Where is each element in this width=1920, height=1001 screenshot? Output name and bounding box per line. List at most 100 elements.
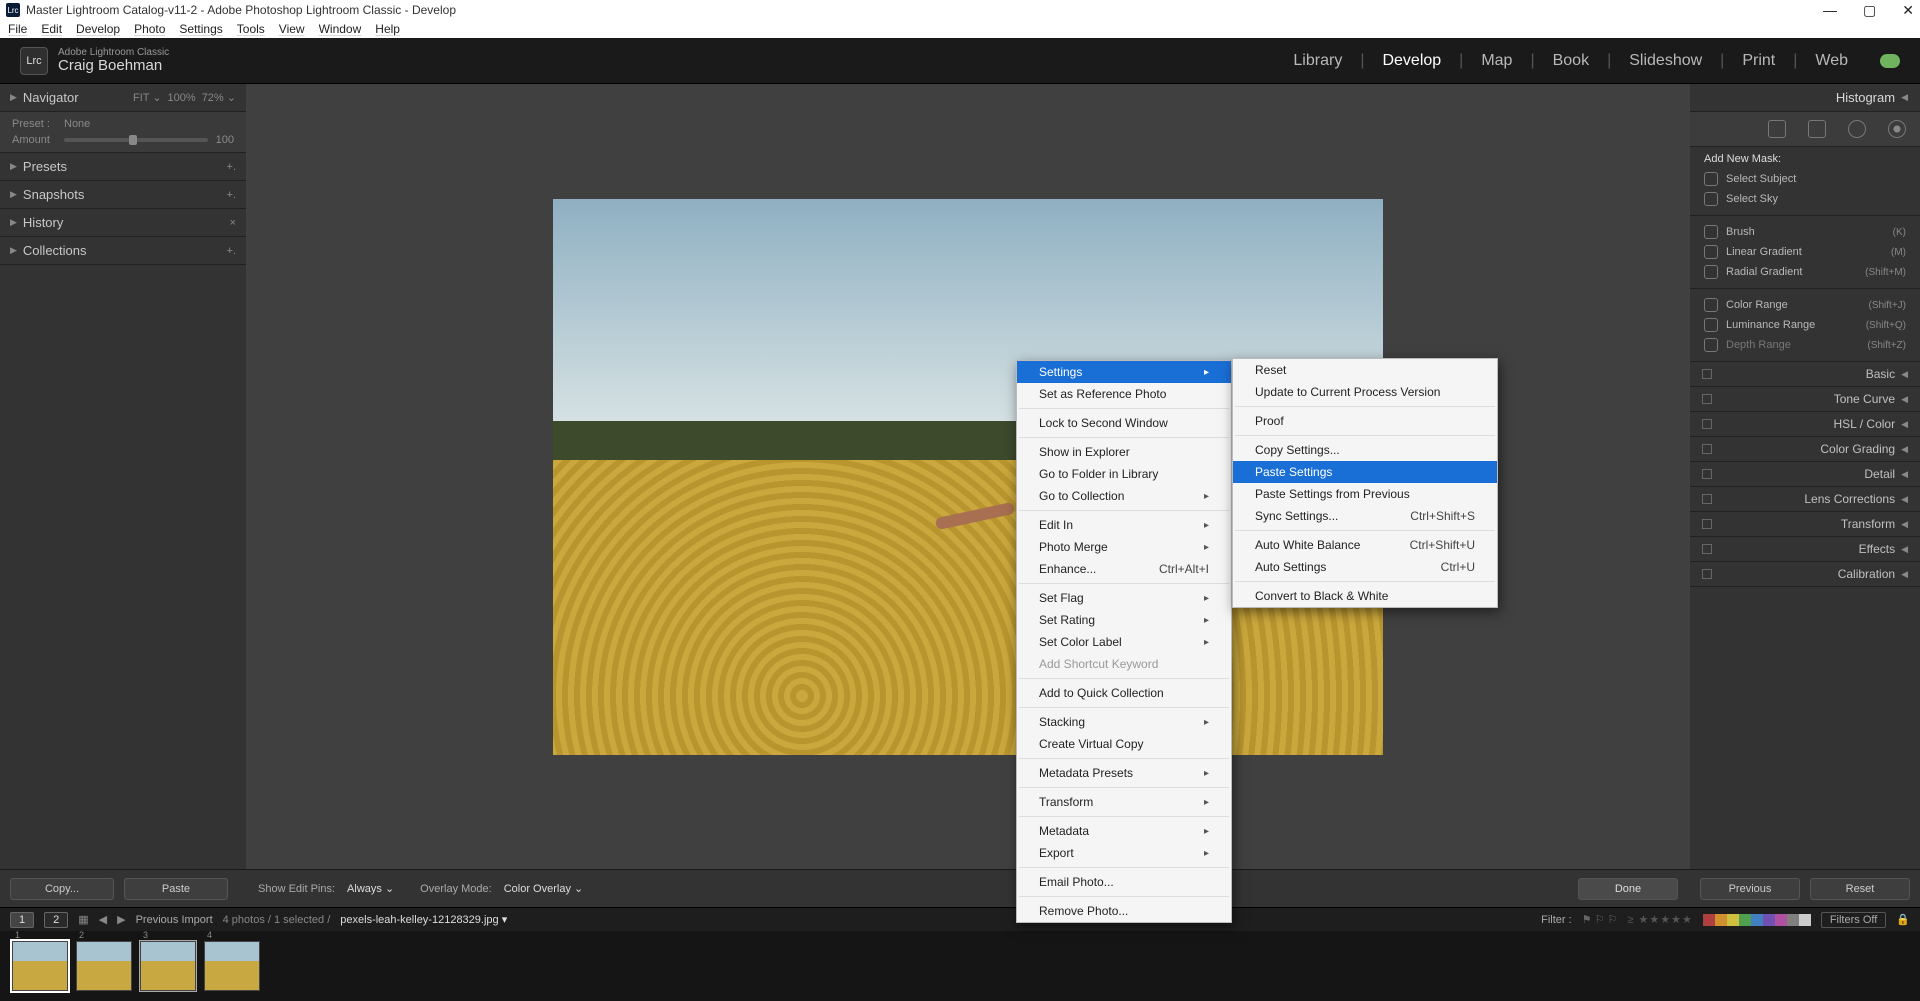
hsl-panel[interactable]: HSL / Color◀	[1690, 412, 1920, 437]
color-grading-panel[interactable]: Color Grading◀	[1690, 437, 1920, 462]
depth-range-tool[interactable]: Depth Range(Shift+Z)	[1704, 335, 1906, 355]
color-swatch[interactable]	[1787, 914, 1799, 926]
add-snapshot-icon[interactable]: +.	[227, 189, 236, 201]
show-edit-pins-value[interactable]: Always ⌄	[347, 882, 394, 895]
toggle-icon[interactable]	[1702, 394, 1712, 404]
color-swatch[interactable]	[1763, 914, 1775, 926]
color-swatch[interactable]	[1703, 914, 1715, 926]
source-label[interactable]: Previous Import	[136, 914, 213, 926]
color-swatch[interactable]	[1715, 914, 1727, 926]
toggle-icon[interactable]	[1702, 469, 1712, 479]
menu-item[interactable]: Show in Explorer	[1017, 441, 1231, 463]
menu-item[interactable]: Email Photo...	[1017, 871, 1231, 893]
effects-panel[interactable]: Effects◀	[1690, 537, 1920, 562]
nav-forward-icon[interactable]: ▶	[117, 913, 125, 926]
collections-section[interactable]: ▶ Collections +.	[0, 237, 246, 265]
menu-item[interactable]: Set Rating	[1017, 609, 1231, 631]
heal-icon[interactable]	[1808, 120, 1826, 138]
calibration-panel[interactable]: Calibration◀	[1690, 562, 1920, 587]
menu-edit[interactable]: Edit	[41, 22, 62, 36]
menu-item[interactable]: Remove Photo...	[1017, 900, 1231, 922]
color-swatch[interactable]	[1727, 914, 1739, 926]
maximize-button[interactable]: ▢	[1863, 2, 1876, 19]
radial-gradient-tool[interactable]: Radial Gradient(Shift+M)	[1704, 262, 1906, 282]
color-swatch[interactable]	[1751, 914, 1763, 926]
menu-develop[interactable]: Develop	[76, 22, 120, 36]
mask-select-sky[interactable]: Select Sky	[1704, 189, 1906, 209]
menu-item[interactable]: Set as Reference Photo	[1017, 383, 1231, 405]
toggle-icon[interactable]	[1702, 494, 1712, 504]
menu-item[interactable]: Lock to Second Window	[1017, 412, 1231, 434]
grid-view-icon[interactable]: ▦	[78, 913, 88, 926]
detail-panel[interactable]: Detail◀	[1690, 462, 1920, 487]
add-preset-icon[interactable]: +.	[227, 161, 236, 173]
navigator-header[interactable]: ▶ Navigator FIT ⌄ 100% 72% ⌄	[0, 84, 246, 112]
zoom-72[interactable]: 72% ⌄	[202, 91, 236, 104]
basic-panel[interactable]: Basic◀	[1690, 362, 1920, 387]
menu-item[interactable]: Add to Quick Collection	[1017, 682, 1231, 704]
toggle-icon[interactable]	[1702, 369, 1712, 379]
menu-item[interactable]: Go to Collection	[1017, 485, 1231, 507]
thumbnail-1[interactable]: 1	[12, 941, 68, 991]
menu-item[interactable]: Auto SettingsCtrl+U	[1233, 556, 1497, 578]
mask-select-subject[interactable]: Select Subject	[1704, 169, 1906, 189]
redeye-icon[interactable]	[1848, 120, 1866, 138]
menu-tools[interactable]: Tools	[237, 22, 265, 36]
lens-corrections-panel[interactable]: Lens Corrections◀	[1690, 487, 1920, 512]
menu-item[interactable]: Update to Current Process Version	[1233, 381, 1497, 403]
crop-icon[interactable]	[1768, 120, 1786, 138]
menu-item[interactable]: Metadata Presets	[1017, 762, 1231, 784]
menu-item[interactable]: Sync Settings...Ctrl+Shift+S	[1233, 505, 1497, 527]
copy-button[interactable]: Copy...	[10, 878, 114, 900]
menu-item[interactable]: Transform	[1017, 791, 1231, 813]
toggle-icon[interactable]	[1702, 519, 1712, 529]
toggle-icon[interactable]	[1702, 419, 1712, 429]
histogram-header[interactable]: Histogram ◀	[1690, 84, 1920, 112]
toggle-icon[interactable]	[1702, 569, 1712, 579]
secondary-display-1[interactable]: 1	[10, 912, 34, 928]
menu-help[interactable]: Help	[375, 22, 400, 36]
menu-item[interactable]: Go to Folder in Library	[1017, 463, 1231, 485]
menu-item[interactable]: Stacking	[1017, 711, 1231, 733]
amount-slider[interactable]	[64, 138, 208, 142]
thumbnail-3[interactable]: 3	[140, 941, 196, 991]
menu-item[interactable]: Metadata	[1017, 820, 1231, 842]
menu-view[interactable]: View	[279, 22, 305, 36]
snapshots-section[interactable]: ▶ Snapshots +.	[0, 181, 246, 209]
clear-history-icon[interactable]: ×	[230, 217, 236, 229]
zoom-fit[interactable]: FIT ⌄	[133, 91, 162, 104]
secondary-display-2[interactable]: 2	[44, 912, 68, 928]
previous-button[interactable]: Previous	[1700, 878, 1800, 900]
toggle-icon[interactable]	[1702, 444, 1712, 454]
menu-window[interactable]: Window	[319, 22, 362, 36]
menu-item[interactable]: Enhance...Ctrl+Alt+I	[1017, 558, 1231, 580]
image-canvas[interactable]: SettingsSet as Reference PhotoLock to Se…	[246, 84, 1690, 869]
menu-file[interactable]: File	[8, 22, 27, 36]
linear-gradient-tool[interactable]: Linear Gradient(M)	[1704, 242, 1906, 262]
menu-item[interactable]: Paste Settings from Previous	[1233, 483, 1497, 505]
flag-filter-icons[interactable]: ⚑ ⚐ ⚐	[1582, 913, 1618, 926]
filmstrip[interactable]: 1 2 3 4	[0, 931, 1920, 1001]
brush-tool[interactable]: Brush(K)	[1704, 222, 1906, 242]
module-map[interactable]: Map	[1481, 52, 1512, 70]
color-swatch[interactable]	[1799, 914, 1811, 926]
module-slideshow[interactable]: Slideshow	[1629, 52, 1702, 70]
menu-item[interactable]: Set Color Label	[1017, 631, 1231, 653]
masking-icon[interactable]	[1888, 120, 1906, 138]
module-print[interactable]: Print	[1742, 52, 1775, 70]
zoom-100[interactable]: 100%	[168, 92, 196, 104]
cloud-sync-icon[interactable]	[1880, 54, 1900, 68]
toggle-icon[interactable]	[1702, 544, 1712, 554]
overlay-mode-value[interactable]: Color Overlay ⌄	[504, 882, 584, 895]
thumbnail-2[interactable]: 2	[76, 941, 132, 991]
history-section[interactable]: ▶ History ×	[0, 209, 246, 237]
current-filename[interactable]: pexels-leah-kelley-12128329.jpg ▾	[340, 913, 507, 926]
tone-curve-panel[interactable]: Tone Curve◀	[1690, 387, 1920, 412]
close-button[interactable]: ✕	[1902, 2, 1914, 19]
menu-settings[interactable]: Settings	[179, 22, 222, 36]
menu-photo[interactable]: Photo	[134, 22, 165, 36]
reset-button[interactable]: Reset	[1810, 878, 1910, 900]
minimize-button[interactable]: —	[1823, 2, 1837, 19]
menu-item[interactable]: Edit In	[1017, 514, 1231, 536]
module-book[interactable]: Book	[1553, 52, 1589, 70]
